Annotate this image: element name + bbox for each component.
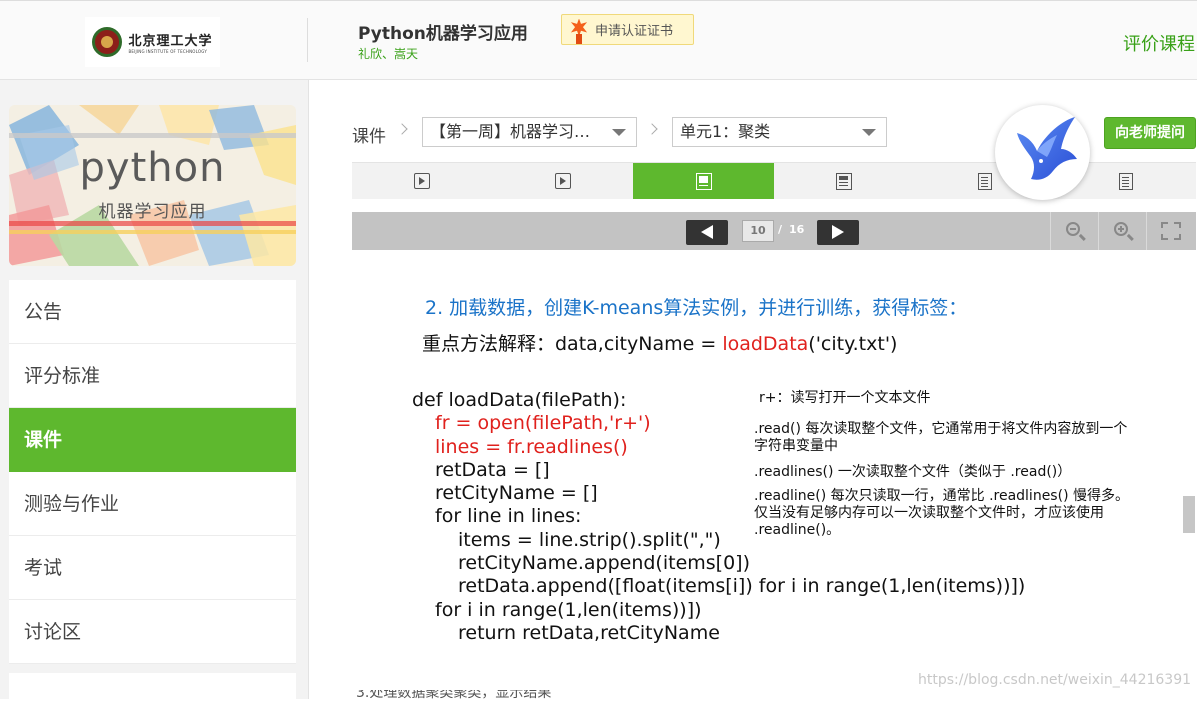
apply-certificate-button[interactable]: 申请认证证书 <box>561 14 694 45</box>
sidebar-item-courseware[interactable]: 课件 <box>9 408 296 472</box>
sidebar-nav: 公告 评分标准 课件 测验与作业 考试 讨论区 <box>9 280 296 664</box>
current-page-input[interactable]: 10 <box>742 220 774 242</box>
next-page-button[interactable] <box>817 220 859 245</box>
course-teachers[interactable]: 礼欣、嵩天 <box>358 45 418 62</box>
week-select-value: 【第一周】机器学习… <box>430 122 591 141</box>
subheading-prefix: 重点方法解释：data,cityName = <box>422 333 723 355</box>
sidebar: python 机器学习应用 公告 评分标准 课件 测验与作业 考试 讨论区 <box>0 80 309 703</box>
code-line: retData.append([float(items[i]) for i in… <box>458 575 1026 598</box>
slide-page: 2. 加载数据，创建K-means算法实例，并进行训练，获得标签： 重点方法解释… <box>352 250 1172 699</box>
code-line: for i in range(1,len(items))]) <box>435 598 702 621</box>
tab-video-2[interactable] <box>493 163 634 199</box>
slide-subheading: 重点方法解释：data,cityName = loadData('city.tx… <box>422 329 897 356</box>
apply-certificate-label: 申请认证证书 <box>595 24 674 39</box>
fullscreen-icon <box>1161 222 1181 240</box>
header-divider <box>307 18 308 62</box>
code-line: return retData,retCityName <box>458 621 720 644</box>
tab-slides-1[interactable] <box>633 163 775 199</box>
sidebar-item-grading[interactable]: 评分标准 <box>9 344 296 408</box>
fullscreen-button[interactable] <box>1146 212 1196 250</box>
document-icon <box>1118 172 1133 190</box>
university-name-cn: 北京理工大学 <box>128 34 213 49</box>
video-icon <box>555 173 571 189</box>
top-header: 北京理工大学 BEIJING INSTITUTE OF TECHNOLOGY P… <box>0 0 1197 80</box>
code-line: retCityName.append(items[0]) <box>458 552 750 575</box>
sidebar-item-announcements[interactable]: 公告 <box>9 280 296 344</box>
chevron-down-icon <box>862 129 876 136</box>
course-banner: python 机器学习应用 <box>9 105 296 266</box>
slides-icon <box>695 172 712 190</box>
note-rplus: r+：读写打开一个文本文件 <box>759 390 931 406</box>
zoom-out-icon <box>1066 222 1080 236</box>
banner-title: python <box>79 145 226 191</box>
chevron-down-icon <box>612 129 626 136</box>
watermark: https://blog.csdn.net/weixin_44216391 <box>918 672 1192 688</box>
bird-icon <box>1017 117 1077 180</box>
tab-video-1[interactable] <box>352 163 493 199</box>
document-viewer-toolbar: 10 / 16 <box>352 212 1196 250</box>
week-select[interactable]: 【第一周】机器学习… <box>422 117 637 147</box>
banner-subtitle: 机器学习应用 <box>98 202 207 222</box>
ask-teacher-button[interactable]: 向老师提问 <box>1104 117 1196 149</box>
slide-scrollbar-thumb[interactable] <box>1183 496 1195 533</box>
certificate-badge-icon <box>569 16 591 44</box>
unit-select-value: 单元1：聚类 <box>680 122 771 141</box>
chevron-right-icon <box>398 122 408 138</box>
zoom-out-button[interactable] <box>1050 212 1098 250</box>
floating-bird-widget[interactable] <box>995 105 1090 200</box>
rate-course-link[interactable]: 评价课程 <box>1123 30 1195 56</box>
slide-heading: 2. 加载数据，创建K-means算法实例，并进行训练，获得标签： <box>425 297 968 319</box>
breadcrumb-courseware[interactable]: 课件 <box>352 122 386 147</box>
video-icon <box>414 173 431 189</box>
tab-slides-2[interactable] <box>774 163 915 199</box>
note-read: .read() 每次读取整个文件，它通常用于将文件内容放到一个字符串变量中 <box>754 421 1128 454</box>
university-seal-icon <box>92 27 123 57</box>
slides-icon <box>836 172 853 190</box>
zoom-in-button[interactable] <box>1098 212 1146 250</box>
university-logo[interactable]: 北京理工大学 BEIJING INSTITUTE OF TECHNOLOGY <box>85 17 220 67</box>
subheading-suffix: ('city.txt') <box>808 333 898 355</box>
sidebar-item-exam[interactable]: 考试 <box>9 536 296 600</box>
zoom-in-icon <box>1114 222 1128 236</box>
document-icon <box>978 172 993 190</box>
university-name-en: BEIJING INSTITUTE OF TECHNOLOGY <box>128 49 208 54</box>
sidebar-item-discussion[interactable]: 讨论区 <box>9 600 296 664</box>
course-title: Python机器学习应用 <box>358 24 528 44</box>
page-separator: / <box>778 223 783 236</box>
prev-page-button[interactable] <box>686 220 728 245</box>
note-readline: .readline() 每次只读取一行，通常比 .readlines() 慢得多… <box>754 488 1129 538</box>
note-readlines: .readlines() 一次读取整个文件（类似于 .read()） <box>754 464 1072 480</box>
total-pages: 16 <box>789 223 805 236</box>
sidebar-item-quizzes[interactable]: 测验与作业 <box>9 472 296 536</box>
subheading-function: loadData <box>722 333 809 355</box>
next-section-text: 3.处理数据聚类聚类，显示结果 <box>356 690 552 699</box>
chevron-right-icon <box>648 122 658 138</box>
unit-select[interactable]: 单元1：聚类 <box>672 117 887 147</box>
